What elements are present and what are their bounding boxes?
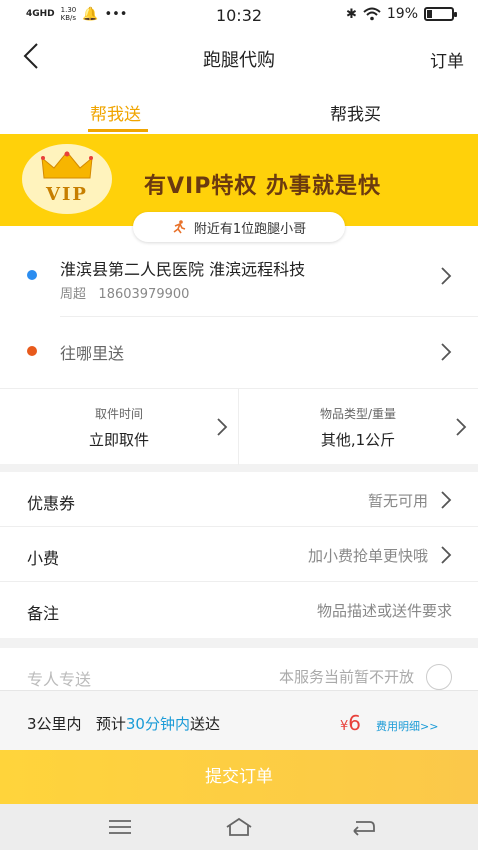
wifi-icon [363, 7, 381, 21]
coupon-row[interactable]: 优惠券 暂无可用 [0, 472, 478, 527]
status-right: ✱ 19% [345, 6, 457, 22]
submit-order-button[interactable]: 提交订单 [0, 750, 478, 804]
menu-icon[interactable] [105, 816, 135, 838]
tab-buy-for-me[interactable]: 帮我买 [330, 100, 381, 125]
orders-link[interactable]: 订单 [430, 47, 464, 72]
tab-bar: 帮我送 帮我买 [0, 84, 478, 134]
pickup-contact: 周超 18603979900 [60, 283, 189, 302]
special-delivery-label: 专人专送 [27, 670, 92, 689]
battery-level [427, 10, 432, 18]
page-title: 跑腿代购 [203, 50, 275, 71]
note-input[interactable]: 物品描述或送件要求 [317, 600, 452, 621]
vip-slogan: 有VIP特权 办事就是快 [144, 174, 381, 199]
price-amount: 6 [348, 711, 362, 735]
vip-badge: VIP [22, 144, 112, 214]
chevron-right-icon [441, 491, 452, 509]
note-label: 备注 [27, 604, 60, 623]
crown-icon [41, 151, 93, 179]
chevron-right-icon [217, 418, 228, 436]
time-type-row: 取件时间 立即取件 物品类型/重量 其他,1公斤 [0, 388, 478, 465]
pickup-address: 淮滨县第二人民医院 淮滨远程科技 [60, 260, 306, 279]
coupon-value: 暂无可用 [367, 492, 428, 510]
home-icon[interactable] [224, 816, 254, 838]
address-card: 淮滨县第二人民医院 淮滨远程科技 周超 18603979900 往哪里送 [0, 226, 478, 388]
chevron-right-icon [441, 343, 452, 361]
estimate-prefix: 预计 [95, 715, 126, 733]
coupon-label: 优惠券 [27, 494, 76, 513]
chevron-right-icon [456, 418, 467, 436]
pickup-contact-name: 周超 [60, 287, 87, 302]
delivery-dot-icon [27, 346, 37, 356]
item-type-value: 其他,1公斤 [320, 431, 396, 449]
special-delivery-status: 本服务当前暂不开放 [278, 668, 414, 686]
pickup-dot-icon [27, 270, 37, 280]
tip-label: 小费 [27, 549, 60, 568]
tab-send-for-me[interactable]: 帮我送 [90, 100, 141, 125]
item-type-selector[interactable]: 物品类型/重量 其他,1公斤 [239, 389, 477, 465]
nearby-text: 附近有1位跑腿小哥 [193, 221, 307, 237]
tip-row[interactable]: 小费 加小费抢单更快哦 [0, 527, 478, 582]
pickup-time-selector[interactable]: 取件时间 立即取件 [0, 389, 238, 465]
bluetooth-icon: ✱ [345, 6, 357, 22]
delivery-address-row[interactable]: 往哪里送 [0, 316, 478, 388]
delivery-estimate: 3公里内 预计30分钟内送达 [27, 713, 220, 734]
pickup-time-label: 取件时间 [94, 407, 143, 421]
order-summary: 3公里内 预计30分钟内送达 ¥6 费用明细>> [0, 690, 478, 752]
back-nav-icon[interactable] [348, 816, 378, 838]
nearby-runners-badge: 附近有1位跑腿小哥 [133, 212, 345, 242]
nav-bar: 跑腿代购 订单 [0, 32, 478, 84]
chevron-right-icon [441, 267, 452, 285]
chevron-right-icon [441, 546, 452, 564]
vip-badge-text: VIP [46, 184, 88, 205]
price: ¥6 [340, 711, 361, 735]
active-tab-indicator [88, 129, 148, 132]
pickup-contact-phone: 18603979900 [98, 287, 190, 302]
pickup-time-value: 立即取件 [88, 431, 149, 449]
tip-value: 加小费抢单更快哦 [307, 547, 428, 565]
fee-detail-link[interactable]: 费用明细>> [376, 718, 438, 734]
battery-icon [424, 7, 457, 21]
status-bar: 4GHD 1.30 KB/s 🔔 ••• 10:32 ✱ 19% [0, 0, 478, 32]
estimate-suffix: 送达 [189, 715, 220, 733]
system-nav-bar [0, 804, 478, 850]
estimate-time: 30分钟内 [125, 715, 190, 733]
distance-text: 3公里内 [27, 715, 82, 733]
delivery-address-placeholder: 往哪里送 [60, 344, 125, 363]
runner-icon [173, 220, 186, 234]
note-row[interactable]: 备注 物品描述或送件要求 [0, 582, 478, 637]
item-type-label: 物品类型/重量 [319, 407, 397, 421]
options-list: 优惠券 暂无可用 小费 加小费抢单更快哦 备注 物品描述或送件要求 [0, 472, 478, 638]
special-delivery-radio[interactable] [426, 664, 452, 690]
battery-percent: 19% [386, 6, 418, 22]
